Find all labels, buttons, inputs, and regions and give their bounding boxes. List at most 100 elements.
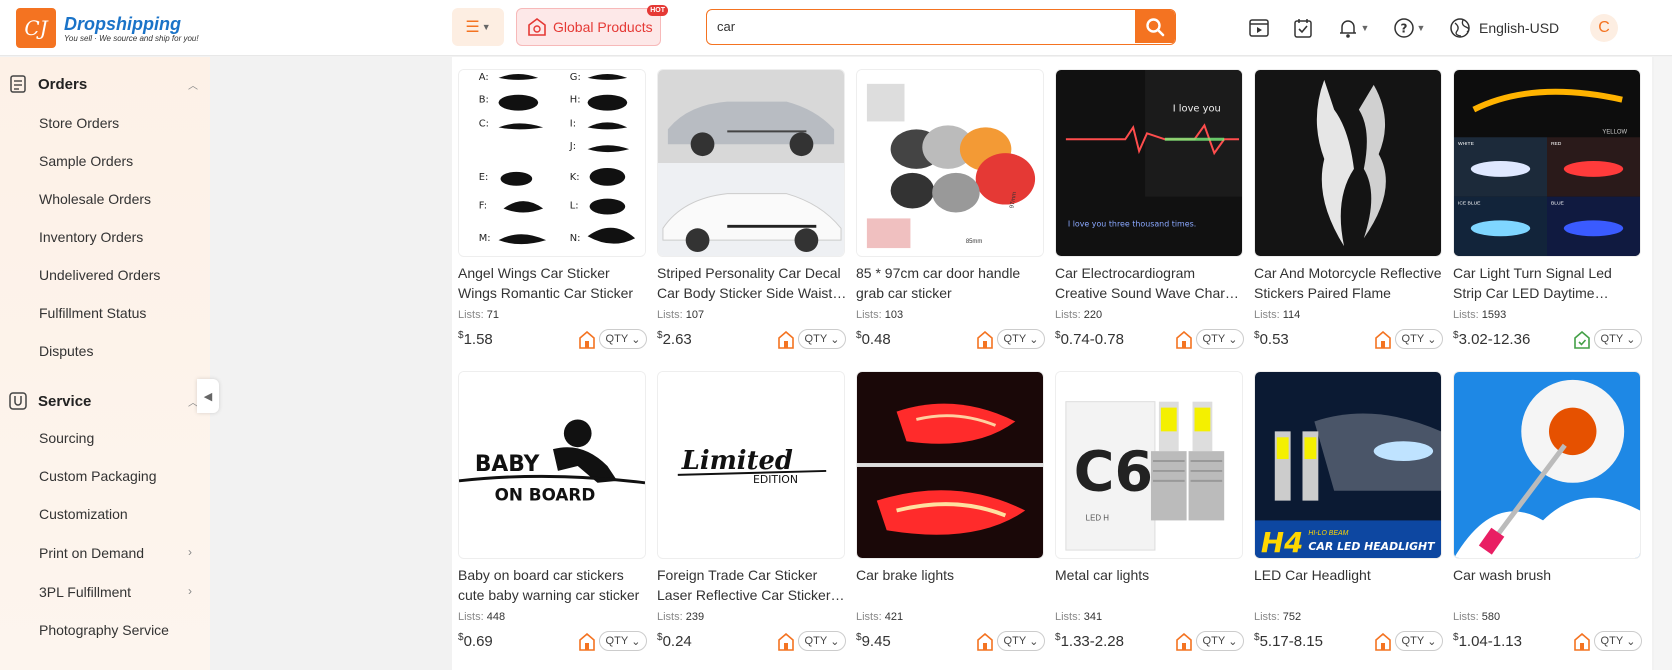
bell-icon[interactable]: ▼: [1333, 14, 1373, 42]
product-image[interactable]: [1453, 371, 1641, 559]
qty-dropdown[interactable]: QTY ⌄: [1395, 329, 1443, 349]
avatar[interactable]: C: [1590, 14, 1618, 42]
qty-dropdown[interactable]: QTY ⌄: [997, 631, 1045, 651]
lists-count: 341: [1083, 611, 1103, 623]
sidebar-item-sample-orders[interactable]: Sample Orders: [39, 153, 133, 169]
task-checklist-icon[interactable]: [1289, 14, 1317, 42]
product-image[interactable]: I love you I love you three thousand tim…: [1055, 69, 1243, 257]
product-card[interactable]: Car wash brush Lists: 580 $1.04-1.13 QTY…: [1447, 359, 1642, 655]
sidebar-section-service[interactable]: Service ︿: [0, 386, 210, 416]
logo-tagline: You sell · We source and ship for you!: [64, 33, 199, 43]
product-title[interactable]: 85 * 97cm car door handle grab car stick…: [856, 263, 1046, 303]
product-image[interactable]: H4 HI-LO BEAM CAR LED HEADLIGHT: [1254, 371, 1442, 559]
qty-dropdown[interactable]: QTY ⌄: [798, 631, 846, 651]
warehouse-icon[interactable]: [1574, 633, 1590, 651]
sidebar-item-customization[interactable]: Customization: [39, 506, 128, 522]
qty-dropdown[interactable]: QTY ⌄: [1196, 329, 1244, 349]
sidebar-item-undelivered-orders[interactable]: Undelivered Orders: [39, 267, 160, 283]
product-card[interactable]: H4 HI-LO BEAM CAR LED HEADLIGHT LED Car …: [1248, 359, 1443, 655]
product-card[interactable]: BABY ON BOARD Baby on board car stickers…: [452, 359, 647, 655]
product-title[interactable]: Angel Wings Car Sticker Wings Romantic C…: [458, 263, 648, 303]
global-products-button[interactable]: Global Products HOT: [516, 5, 668, 46]
product-title[interactable]: Car And Motorcycle Reflective Stickers P…: [1254, 263, 1444, 303]
help-icon[interactable]: ? ▼: [1389, 14, 1429, 42]
warehouse-icon[interactable]: [1375, 633, 1391, 651]
sidebar-item-photography-service[interactable]: Photography Service: [39, 622, 169, 638]
warehouse-icon[interactable]: [579, 633, 595, 651]
sidebar-section-orders[interactable]: Orders ︿: [0, 69, 210, 99]
product-title[interactable]: LED Car Headlight: [1254, 565, 1444, 585]
search-input[interactable]: [707, 10, 1127, 43]
sidebar-item-wholesale-orders[interactable]: Wholesale Orders: [39, 191, 151, 207]
qty-dropdown[interactable]: QTY ⌄: [599, 631, 647, 651]
logo-text: Dropshipping You sell · We source and sh…: [64, 14, 199, 43]
qty-dropdown[interactable]: QTY ⌄: [1196, 631, 1244, 651]
video-icon[interactable]: [1245, 14, 1273, 42]
qty-dropdown[interactable]: QTY ⌄: [798, 329, 846, 349]
warehouse-icon[interactable]: [579, 331, 595, 349]
category-menu-button[interactable]: ☰ ▼: [452, 8, 504, 46]
lists-count: 107: [685, 309, 705, 321]
product-card[interactable]: A: B: C: E: F: M: G: H: I: J: K: L: N: A…: [452, 57, 647, 353]
product-image[interactable]: C6 LED H: [1055, 371, 1243, 559]
product-image[interactable]: A: B: C: E: F: M: G: H: I: J: K: L: N:: [458, 69, 646, 257]
sidebar-item-custom-packaging[interactable]: Custom Packaging: [39, 468, 157, 484]
product-title[interactable]: Car Electrocardiogram Creative Sound Wav…: [1055, 263, 1245, 303]
warehouse-icon[interactable]: [778, 633, 794, 651]
product-title[interactable]: Car brake lights: [856, 565, 1046, 585]
product-card[interactable]: YELLOW WHITE RED ICE BLUE BLUE Car Light…: [1447, 57, 1642, 353]
warehouse-verified-icon[interactable]: [1574, 331, 1590, 349]
product-card[interactable]: C6 LED H Metal car lights Lists: 341 $1.…: [1049, 359, 1244, 655]
warehouse-icon[interactable]: [778, 331, 794, 349]
product-image[interactable]: [657, 69, 845, 257]
product-title[interactable]: Metal car lights: [1055, 565, 1245, 585]
sidebar-item-disputes[interactable]: Disputes: [39, 343, 93, 359]
lists-count: 71: [486, 309, 499, 321]
sidebar-item-inventory-orders[interactable]: Inventory Orders: [39, 229, 143, 245]
product-card[interactable]: Car And Motorcycle Reflective Stickers P…: [1248, 57, 1443, 353]
sidebar-item-fulfillment-status[interactable]: Fulfillment Status: [39, 305, 146, 321]
product-title[interactable]: Striped Personality Car Decal Car Body S…: [657, 263, 847, 303]
warehouse-icon[interactable]: [1375, 331, 1391, 349]
warehouse-icon[interactable]: [977, 633, 993, 651]
qty-dropdown[interactable]: QTY ⌄: [1395, 631, 1443, 651]
sidebar-collapse-button[interactable]: ◀: [197, 379, 219, 413]
price-value: 2.63: [662, 331, 692, 348]
qty-dropdown[interactable]: QTY ⌄: [1594, 631, 1642, 651]
product-card[interactable]: Striped Personality Car Decal Car Body S…: [651, 57, 846, 353]
sidebar-item-print-on-demand[interactable]: Print on Demand: [39, 545, 144, 561]
product-card[interactable]: 97mm 85mm 85 * 97cm car door handle grab…: [850, 57, 1045, 353]
product-image[interactable]: BABY ON BOARD: [458, 371, 646, 559]
lists-count: 421: [884, 611, 904, 623]
product-card[interactable]: Limited EDITION Foreign Trade Car Sticke…: [651, 359, 846, 655]
language-selector[interactable]: English-USD: [1449, 17, 1559, 39]
qty-dropdown[interactable]: QTY ⌄: [1594, 329, 1642, 349]
search-button[interactable]: [1135, 10, 1175, 43]
product-title[interactable]: Car Light Turn Signal Led Strip Car LED …: [1453, 263, 1643, 303]
logo[interactable]: CJ Dropshipping You sell · We source and…: [16, 8, 199, 48]
qty-dropdown[interactable]: QTY ⌄: [599, 329, 647, 349]
product-price: $0.24: [657, 632, 692, 650]
warehouse-icon[interactable]: [977, 331, 993, 349]
sidebar-item-sourcing[interactable]: Sourcing: [39, 430, 94, 446]
product-image[interactable]: [856, 371, 1044, 559]
chevron-left-icon: ◀: [203, 390, 213, 403]
chevron-down-icon: ⌄: [830, 333, 840, 346]
qty-dropdown[interactable]: QTY ⌄: [997, 329, 1045, 349]
product-image[interactable]: [1254, 69, 1442, 257]
warehouse-icon[interactable]: [1176, 633, 1192, 651]
chevron-down-icon: ⌄: [1427, 635, 1437, 648]
product-image[interactable]: YELLOW WHITE RED ICE BLUE BLUE: [1453, 69, 1641, 257]
scrollbar[interactable]: [1654, 57, 1672, 670]
warehouse-icon[interactable]: [1176, 331, 1192, 349]
product-image[interactable]: 97mm 85mm: [856, 69, 1044, 257]
product-title[interactable]: Car wash brush: [1453, 565, 1643, 585]
product-title[interactable]: Baby on board car stickers cute baby war…: [458, 565, 648, 605]
product-card[interactable]: I love you I love you three thousand tim…: [1049, 57, 1244, 353]
sidebar-item-3pl-fulfillment[interactable]: 3PL Fulfillment: [39, 584, 131, 600]
baby-on-board-image: BABY ON BOARD: [459, 372, 645, 558]
product-image[interactable]: Limited EDITION: [657, 371, 845, 559]
product-card[interactable]: Car brake lights Lists: 421 $9.45 QTY ⌄: [850, 359, 1045, 655]
sidebar-item-store-orders[interactable]: Store Orders: [39, 115, 119, 131]
product-title[interactable]: Foreign Trade Car Sticker Laser Reflecti…: [657, 565, 847, 605]
